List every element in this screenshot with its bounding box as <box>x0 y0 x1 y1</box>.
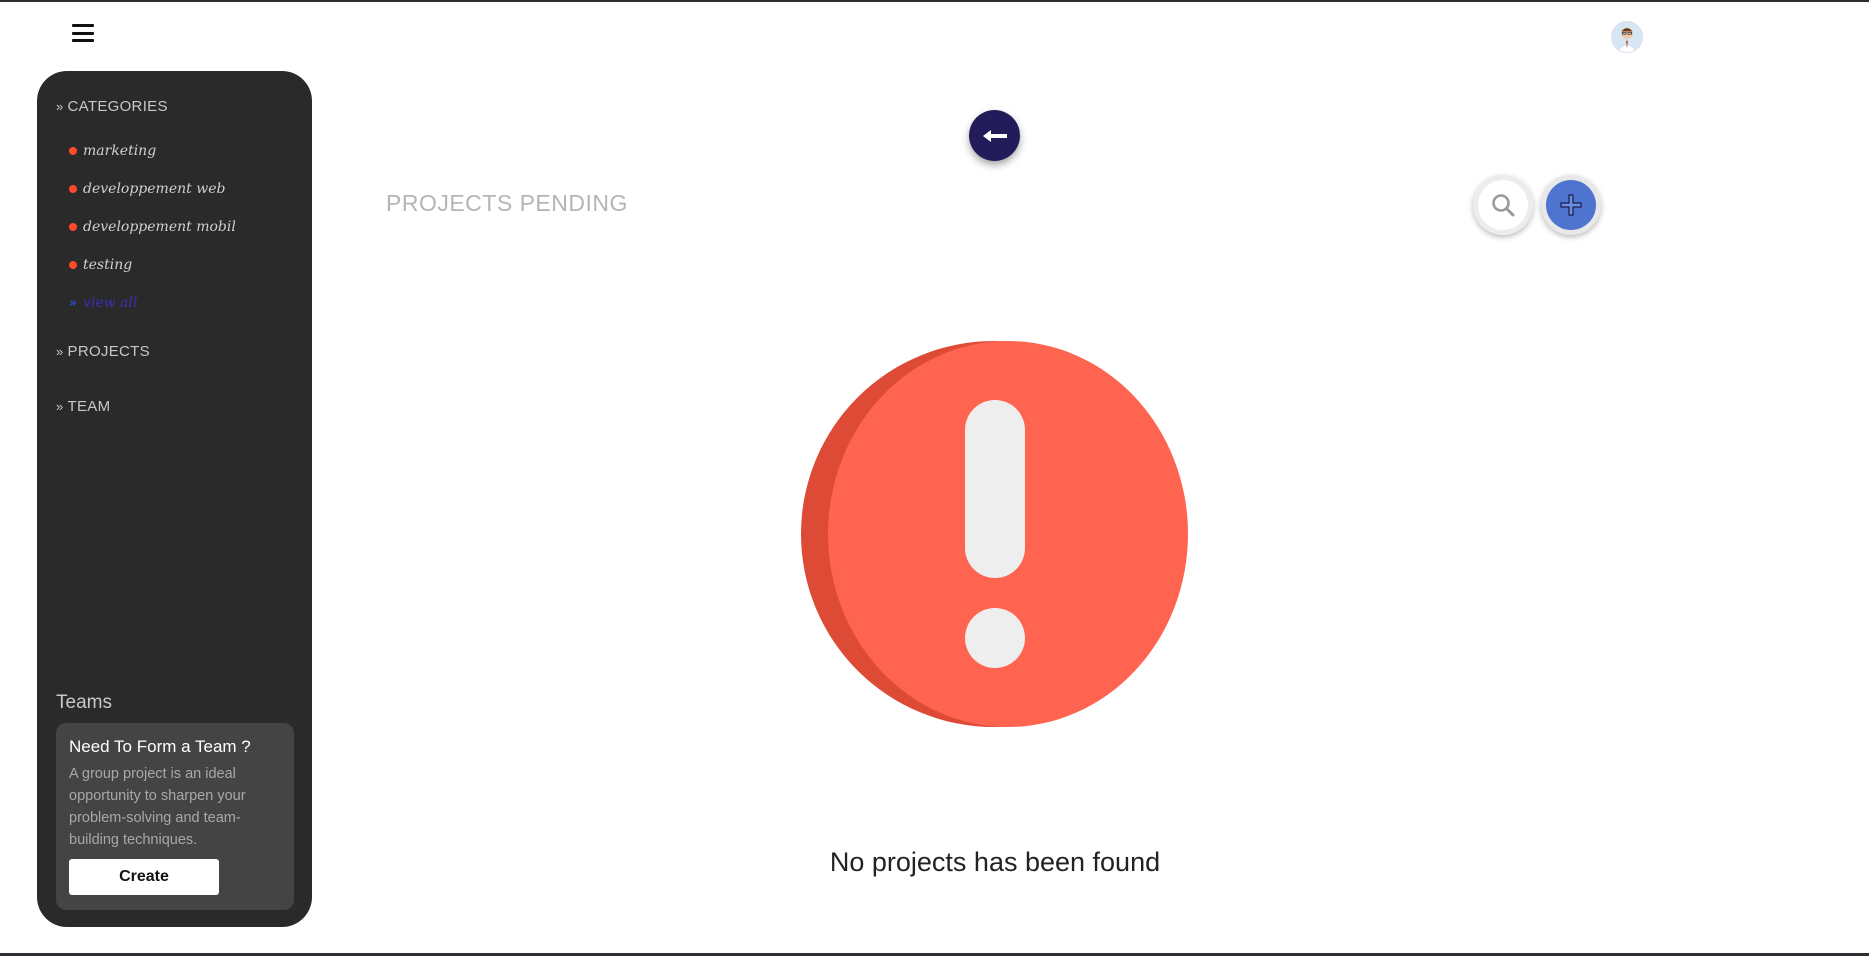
add-button-inner <box>1546 180 1596 230</box>
categories-label: CATEGORIES <box>67 98 168 115</box>
category-label: marketing <box>83 143 157 159</box>
exclamation-circle-icon <box>801 341 1188 727</box>
page-title: PROJECTS PENDING <box>386 190 628 216</box>
view-all-label: view all <box>82 295 138 311</box>
category-label: developpement mobil <box>83 219 236 235</box>
search-button[interactable] <box>1473 175 1533 235</box>
categories-list: marketing developpement web developpemen… <box>69 132 236 322</box>
plus-icon <box>1560 194 1582 216</box>
categories-header[interactable]: » CATEGORIES <box>56 98 168 115</box>
category-item-developpement-web[interactable]: developpement web <box>69 170 236 208</box>
category-item-developpement-mobil[interactable]: developpement mobil <box>69 208 236 246</box>
double-chevron-right-icon: » <box>56 344 64 359</box>
category-label: developpement web <box>83 181 226 197</box>
double-chevron-right-icon: » <box>69 295 77 311</box>
chevron-down-icon: » <box>56 99 64 114</box>
team-label: TEAM <box>67 398 111 415</box>
empty-state-message: No projects has been found <box>829 847 1161 877</box>
projects-header[interactable]: » PROJECTS <box>56 343 150 360</box>
search-icon <box>1492 194 1515 217</box>
hamburger-menu-icon[interactable] <box>72 24 94 42</box>
teams-title: Teams <box>56 692 112 713</box>
arrow-left-icon <box>982 129 1007 142</box>
projects-label: PROJECTS <box>67 343 150 360</box>
bullet-icon <box>69 185 77 193</box>
view-all-link[interactable]: » view all <box>69 284 236 322</box>
bullet-icon <box>69 223 77 231</box>
create-team-button[interactable]: Create <box>69 859 219 895</box>
bullet-icon <box>69 147 77 155</box>
bullet-icon <box>69 261 77 269</box>
team-card-title: Need To Form a Team ? <box>69 737 251 756</box>
avatar-icon <box>1612 22 1642 52</box>
double-chevron-right-icon: » <box>56 399 64 414</box>
category-label: testing <box>83 257 133 273</box>
category-item-testing[interactable]: testing <box>69 246 236 284</box>
team-card-text: A group project is an ideal opportunity … <box>69 766 246 848</box>
back-button[interactable] <box>969 110 1020 161</box>
team-card: Need To Form a Team ? A group project is… <box>56 723 294 910</box>
sidebar: » CATEGORIES marketing developpement web… <box>37 71 312 927</box>
team-header[interactable]: » TEAM <box>56 398 110 415</box>
add-project-button[interactable] <box>1541 175 1601 235</box>
category-item-marketing[interactable]: marketing <box>69 132 236 170</box>
user-avatar[interactable] <box>1611 21 1643 53</box>
